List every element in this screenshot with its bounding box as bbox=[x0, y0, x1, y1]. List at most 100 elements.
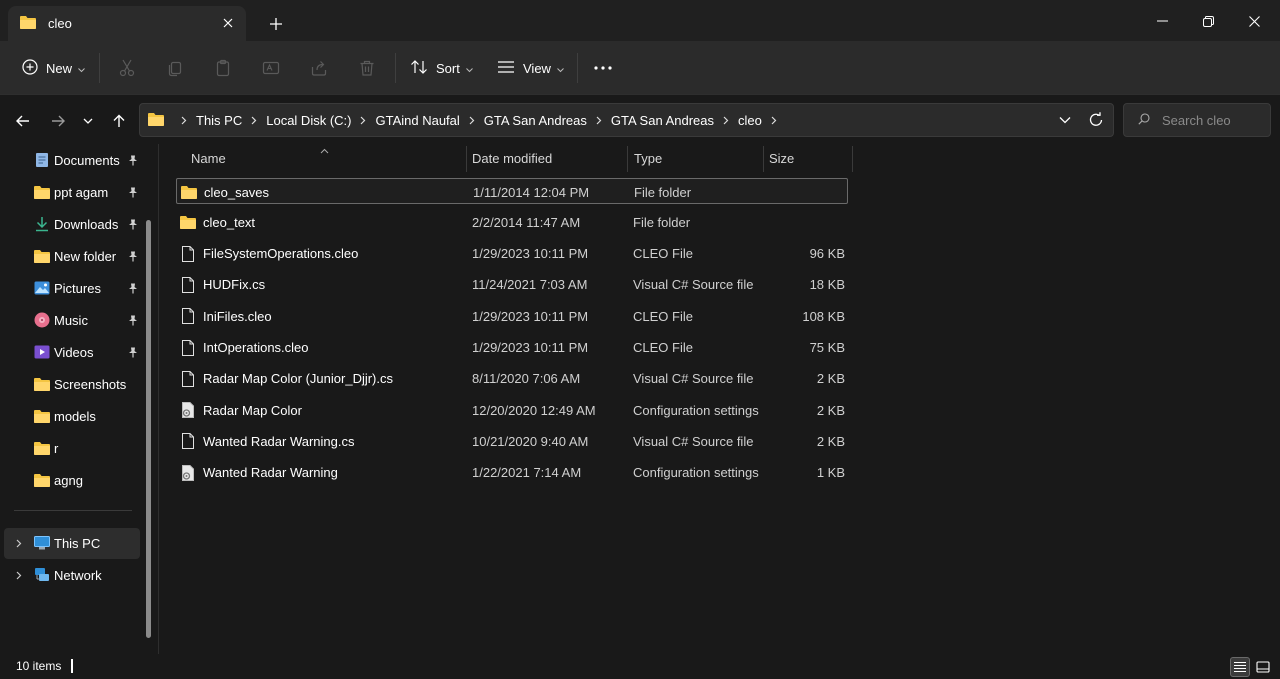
sidebar-item-downloads[interactable]: Downloads bbox=[34, 213, 142, 235]
restore-icon[interactable] bbox=[1194, 8, 1222, 34]
file-date-modified: 1/29/2023 10:11 PM bbox=[472, 308, 589, 324]
sidebar-item-pictures[interactable]: Pictures bbox=[34, 277, 142, 299]
breadcrumb-item[interactable]: This PC bbox=[196, 113, 242, 128]
pin-icon[interactable] bbox=[128, 314, 138, 329]
file-type: CLEO File bbox=[633, 340, 693, 355]
pane-divider[interactable] bbox=[158, 144, 159, 654]
forward-icon[interactable] bbox=[46, 109, 70, 133]
breadcrumb-item[interactable]: GTA San Andreas bbox=[484, 113, 587, 128]
column-header-date[interactable]: Date modified bbox=[472, 144, 552, 172]
column-header-name[interactable]: Name bbox=[191, 144, 226, 172]
sidebar-item-new-folder[interactable]: New folder bbox=[34, 245, 142, 267]
chevron-down-icon[interactable] bbox=[1059, 113, 1071, 130]
close-tab-icon[interactable] bbox=[220, 15, 236, 31]
address-bar[interactable]: This PC Local Disk (C:) GTAind Naufal GT… bbox=[139, 103, 1114, 137]
pin-icon[interactable] bbox=[128, 346, 138, 361]
file-size-cell: 2 KB bbox=[817, 366, 845, 392]
pin-icon[interactable] bbox=[128, 282, 138, 297]
file-type-cell: Visual C# Source file bbox=[633, 366, 753, 392]
file-type: File folder bbox=[633, 214, 691, 230]
minimize-icon[interactable] bbox=[1148, 8, 1176, 34]
chevron-right-icon[interactable] bbox=[360, 116, 366, 125]
file-row[interactable]: IniFiles.cleo 1/29/2023 10:11 PM CLEO File… bbox=[176, 303, 848, 329]
tab-cleo[interactable]: cleo bbox=[8, 6, 246, 41]
file-type-cell: Visual C# Source file bbox=[633, 272, 753, 298]
file-row[interactable]: Wanted Radar Warning 1/22/2021 7:14 AM Con… bbox=[176, 460, 848, 486]
cut-icon[interactable] bbox=[114, 55, 140, 81]
file-list: Name Date modified Type Size cleo_saves 1… bbox=[160, 144, 1280, 654]
file-row[interactable]: FileSystemOperations.cleo 1/29/2023 10:11… bbox=[176, 241, 848, 267]
details-view-icon[interactable] bbox=[1230, 657, 1250, 677]
breadcrumb-item[interactable]: GTA San Andreas bbox=[611, 113, 714, 128]
column-divider[interactable] bbox=[852, 146, 853, 172]
file-row[interactable]: HUDFix.cs 11/24/2021 7:03 AM Visual C# Sou… bbox=[176, 272, 848, 298]
column-header-size[interactable]: Size bbox=[769, 144, 794, 172]
title-bar: cleo bbox=[0, 0, 1280, 41]
up-icon[interactable] bbox=[107, 109, 131, 133]
file-name-cell: Radar Map Color bbox=[180, 397, 302, 423]
copy-icon[interactable] bbox=[162, 55, 188, 81]
view-button[interactable]: View bbox=[497, 55, 564, 81]
breadcrumb-item[interactable]: cleo bbox=[738, 113, 762, 128]
sidebar-item-agng[interactable]: agng bbox=[34, 469, 142, 491]
breadcrumb-item[interactable]: Local Disk (C:) bbox=[266, 113, 351, 128]
file-row[interactable]: Wanted Radar Warning.cs 10/21/2020 9:40 A… bbox=[176, 428, 848, 454]
file-type: File folder bbox=[634, 184, 692, 200]
file-date-modified-cell: 1/29/2023 10:11 PM bbox=[472, 241, 588, 267]
sidebar-item-r[interactable]: r bbox=[34, 437, 142, 459]
sidebar-item-this-pc[interactable]: This PC bbox=[34, 532, 142, 554]
new-button[interactable]: New bbox=[22, 55, 85, 81]
breadcrumb-item[interactable]: GTAind Naufal bbox=[375, 113, 459, 128]
pin-icon[interactable] bbox=[128, 154, 138, 169]
sort-button[interactable]: Sort bbox=[410, 55, 473, 81]
file-date-modified-cell: 8/11/2020 7:06 AM bbox=[472, 366, 580, 392]
sidebar-item-label: r bbox=[54, 440, 59, 456]
column-divider[interactable] bbox=[466, 146, 467, 172]
recent-locations-icon[interactable] bbox=[76, 109, 100, 133]
file-size-cell: 75 KB bbox=[810, 335, 845, 361]
file-row[interactable]: cleo_saves 1/11/2014 12:04 PM File folder bbox=[176, 178, 848, 204]
search-input[interactable] bbox=[1162, 112, 1262, 128]
chevron-right-icon[interactable] bbox=[469, 116, 475, 125]
column-header-type[interactable]: Type bbox=[634, 144, 662, 172]
file-date-modified-cell: 2/2/2014 11:47 AM bbox=[472, 209, 580, 235]
chevron-right-icon[interactable] bbox=[251, 116, 257, 125]
back-icon[interactable] bbox=[11, 109, 35, 133]
sidebar-item-ppt-agam[interactable]: ppt agam bbox=[34, 181, 142, 203]
file-row[interactable]: IntOperations.cleo 1/29/2023 10:11 PM CLEO… bbox=[176, 335, 848, 361]
pin-icon[interactable] bbox=[128, 186, 138, 201]
file-name-cell: Wanted Radar Warning.cs bbox=[180, 428, 355, 454]
paste-icon[interactable] bbox=[210, 55, 236, 81]
sidebar-item-music[interactable]: Music bbox=[34, 309, 142, 331]
folder-icon bbox=[34, 184, 50, 200]
sidebar-item-models[interactable]: models bbox=[34, 405, 142, 427]
delete-icon[interactable] bbox=[354, 55, 380, 81]
chevron-right-icon[interactable] bbox=[181, 116, 187, 125]
chevron-right-icon[interactable] bbox=[596, 116, 602, 125]
file-row[interactable]: Radar Map Color (Junior_Djjr).cs 8/11/202… bbox=[176, 366, 848, 392]
sidebar-item-label: ppt agam bbox=[54, 184, 109, 200]
expand-chevron-icon[interactable] bbox=[14, 538, 24, 548]
sidebar-item-screenshots[interactable]: Screenshots bbox=[34, 373, 142, 395]
column-divider[interactable] bbox=[627, 146, 628, 172]
file-row[interactable]: cleo_text 2/2/2014 11:47 AM File folder bbox=[176, 209, 848, 235]
chevron-right-icon[interactable] bbox=[771, 116, 777, 125]
file-row[interactable]: Radar Map Color 12/20/2020 12:49 AM Config… bbox=[176, 397, 848, 423]
new-tab-button[interactable] bbox=[264, 13, 288, 35]
more-icon[interactable] bbox=[590, 55, 616, 81]
sidebar-item-network[interactable]: Network bbox=[34, 564, 142, 586]
sidebar-item-videos[interactable]: Videos bbox=[34, 341, 142, 363]
pin-icon[interactable] bbox=[128, 250, 138, 265]
close-icon[interactable] bbox=[1240, 8, 1268, 34]
share-icon[interactable] bbox=[306, 55, 332, 81]
rename-icon[interactable] bbox=[258, 55, 284, 81]
chevron-right-icon[interactable] bbox=[723, 116, 729, 125]
column-divider[interactable] bbox=[763, 146, 764, 172]
sidebar-scrollbar[interactable] bbox=[146, 220, 151, 638]
sidebar-item-documents[interactable]: Documents bbox=[34, 149, 142, 171]
tiles-view-icon[interactable] bbox=[1253, 657, 1273, 677]
expand-chevron-icon[interactable] bbox=[14, 570, 24, 580]
pin-icon[interactable] bbox=[128, 218, 138, 233]
refresh-icon[interactable] bbox=[1088, 112, 1104, 131]
search-box[interactable] bbox=[1123, 103, 1271, 137]
